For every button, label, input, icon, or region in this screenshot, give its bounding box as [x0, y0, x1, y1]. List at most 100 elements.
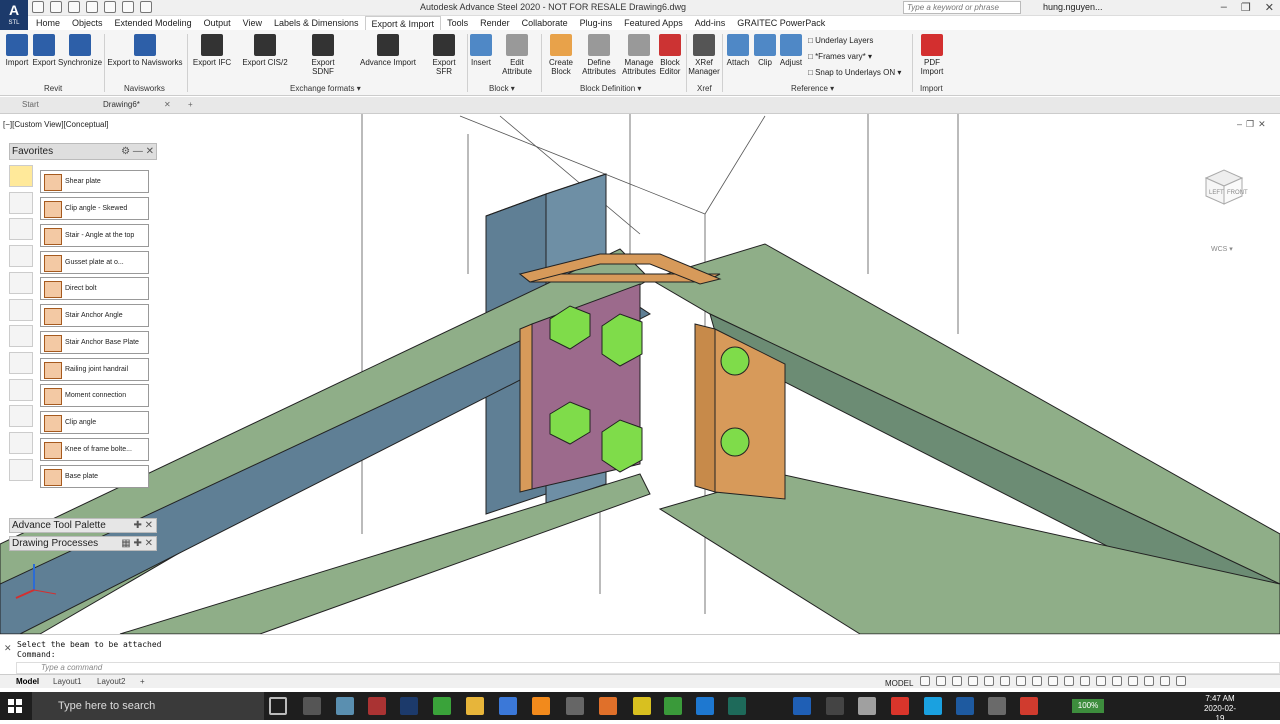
underlay-layers-button[interactable]: □ Underlay Layers	[808, 36, 873, 45]
otrack-icon[interactable]	[1000, 676, 1010, 686]
clip-button[interactable]: Clip	[754, 34, 776, 67]
wcs-menu[interactable]: WCS ▾	[1211, 245, 1233, 253]
export-sfr-button[interactable]: Export SFR	[424, 34, 464, 76]
manage-attributes-button[interactable]: Manage Attributes	[620, 34, 658, 76]
connection-group-icon[interactable]	[9, 432, 33, 454]
view-cube[interactable]: LEFT FRONT	[1200, 160, 1248, 208]
tool-base-plate[interactable]: Base plate	[40, 465, 149, 488]
annotation-icon[interactable]	[1064, 676, 1074, 686]
tab-output[interactable]: Output	[198, 16, 237, 30]
connection-group-icon[interactable]	[9, 405, 33, 427]
tool-clip-angle[interactable]: Clip angle	[40, 411, 149, 434]
panel-label-reference[interactable]: Reference ▾	[791, 84, 834, 93]
adjust-button[interactable]: Adjust	[778, 34, 804, 67]
tab-home[interactable]: Home	[30, 16, 66, 30]
app-icon[interactable]	[303, 697, 321, 715]
transparency-icon[interactable]	[1032, 676, 1042, 686]
tool-moment-connection[interactable]: Moment connection	[40, 384, 149, 407]
insert-block-button[interactable]: Insert	[469, 34, 493, 67]
ie-icon[interactable]	[793, 697, 811, 715]
connection-group-icon[interactable]	[9, 272, 33, 294]
tab-extended-modeling[interactable]: Extended Modeling	[109, 16, 198, 30]
tab-plug-ins[interactable]: Plug-ins	[574, 16, 619, 30]
app-icon[interactable]	[599, 697, 617, 715]
connection-group-icon[interactable]	[9, 218, 33, 240]
revit-export-button[interactable]: Export	[30, 34, 58, 67]
save-as-icon[interactable]	[86, 1, 98, 13]
app-icon[interactable]	[1020, 697, 1038, 715]
app-icon[interactable]	[826, 697, 844, 715]
lineweight-icon[interactable]	[1016, 676, 1026, 686]
export-cis2-button[interactable]: Export CIS/2	[242, 34, 288, 67]
tool-stair-anchor-angle[interactable]: Stair Anchor Angle	[40, 304, 149, 327]
tab-featured-apps[interactable]: Featured Apps	[618, 16, 689, 30]
revit-import-button[interactable]: Import	[4, 34, 30, 67]
close-icon[interactable]: ✚ ✕	[133, 519, 153, 532]
tab-render[interactable]: Render	[474, 16, 516, 30]
drawing-processes-bar[interactable]: Drawing Processes ▦ ✚ ✕	[9, 536, 157, 551]
workspace-icon[interactable]	[1096, 676, 1106, 686]
pdf-import-button[interactable]: PDF Import	[916, 34, 948, 76]
favorites-header[interactable]: Favorites ⚙ — ✕	[9, 143, 157, 160]
star-icon[interactable]	[9, 165, 33, 187]
new-icon[interactable]	[32, 1, 44, 13]
app-icon[interactable]	[336, 697, 354, 715]
advance-tool-palette-bar[interactable]: Advance Tool Palette ✚ ✕	[9, 518, 157, 533]
advance-steel-icon[interactable]	[499, 697, 517, 715]
viewport-label[interactable]: [−][Custom View][Conceptual]	[3, 120, 108, 129]
export-ifc-button[interactable]: Export IFC	[192, 34, 232, 67]
connection-group-icon[interactable]	[9, 379, 33, 401]
frames-vary-dropdown[interactable]: □ *Frames vary* ▾	[808, 52, 872, 61]
close-icon[interactable]: ✕	[4, 643, 12, 654]
xref-manager-button[interactable]: XRef Manager	[688, 34, 720, 76]
close-icon[interactable]: ▦ ✚ ✕	[121, 537, 153, 550]
minimize-icon[interactable]: –	[1221, 1, 1227, 14]
task-view-icon[interactable]	[269, 697, 287, 715]
tab-collaborate[interactable]: Collaborate	[516, 16, 574, 30]
app-icon[interactable]	[566, 697, 584, 715]
tab-graitec-powerpack[interactable]: GRAITEC PowerPack	[731, 16, 831, 30]
close-tab-icon[interactable]: ✕	[164, 100, 171, 109]
connection-group-icon[interactable]	[9, 299, 33, 321]
windows-start-icon[interactable]	[8, 699, 22, 713]
define-attributes-button[interactable]: Define Attributes	[580, 34, 618, 76]
drawing-viewport[interactable]: [−][Custom View][Conceptual]	[0, 114, 1280, 634]
chrome-icon[interactable]	[891, 697, 909, 715]
create-block-button[interactable]: Create Block	[546, 34, 576, 76]
ortho-icon[interactable]	[952, 676, 962, 686]
outlook-icon[interactable]	[956, 697, 974, 715]
tool-gusset-plate[interactable]: Gusset plate at o...	[40, 251, 149, 274]
connection-group-icon[interactable]	[9, 352, 33, 374]
revit-icon[interactable]	[400, 697, 418, 715]
customize-icon[interactable]	[1176, 676, 1186, 686]
panel-label-block-definition[interactable]: Block Definition ▾	[580, 84, 641, 93]
save-icon[interactable]	[68, 1, 80, 13]
selection-cycling-icon[interactable]	[1048, 676, 1058, 686]
redo-icon[interactable]	[140, 1, 152, 13]
snap-underlays-dropdown[interactable]: □ Snap to Underlays ON ▾	[808, 68, 901, 77]
app-icon[interactable]	[368, 697, 386, 715]
tab-objects[interactable]: Objects	[66, 16, 109, 30]
tab-tools[interactable]: Tools	[441, 16, 474, 30]
tool-shear-plate[interactable]: Shear plate	[40, 170, 149, 193]
tool-railing-joint-handrail[interactable]: Railing joint handrail	[40, 358, 149, 381]
connection-group-icon[interactable]	[9, 192, 33, 214]
tab-layout2[interactable]: Layout2	[97, 677, 125, 686]
help-search-input[interactable]: Type a keyword or phrase	[903, 1, 1021, 14]
skype-icon[interactable]	[924, 697, 942, 715]
tool-stair-anchor-base-plate[interactable]: Stair Anchor Base Plate	[40, 331, 149, 354]
app-menu-button[interactable]: A STL	[0, 0, 28, 32]
clean-screen-icon[interactable]	[1160, 676, 1170, 686]
restore-icon[interactable]: ❐	[1241, 1, 1251, 14]
tab-add-ins[interactable]: Add-ins	[689, 16, 732, 30]
tab-start[interactable]: Start	[22, 100, 39, 109]
app-icon[interactable]	[728, 697, 746, 715]
command-input[interactable]: Type a command	[16, 662, 1280, 674]
hardware-accel-icon[interactable]	[1144, 676, 1154, 686]
grid-icon[interactable]	[920, 676, 930, 686]
isolate-icon[interactable]	[1128, 676, 1138, 686]
app-icon[interactable]	[532, 697, 550, 715]
snap-icon[interactable]	[936, 676, 946, 686]
open-icon[interactable]	[50, 1, 62, 13]
advance-import-button[interactable]: Advance Import	[358, 34, 418, 67]
